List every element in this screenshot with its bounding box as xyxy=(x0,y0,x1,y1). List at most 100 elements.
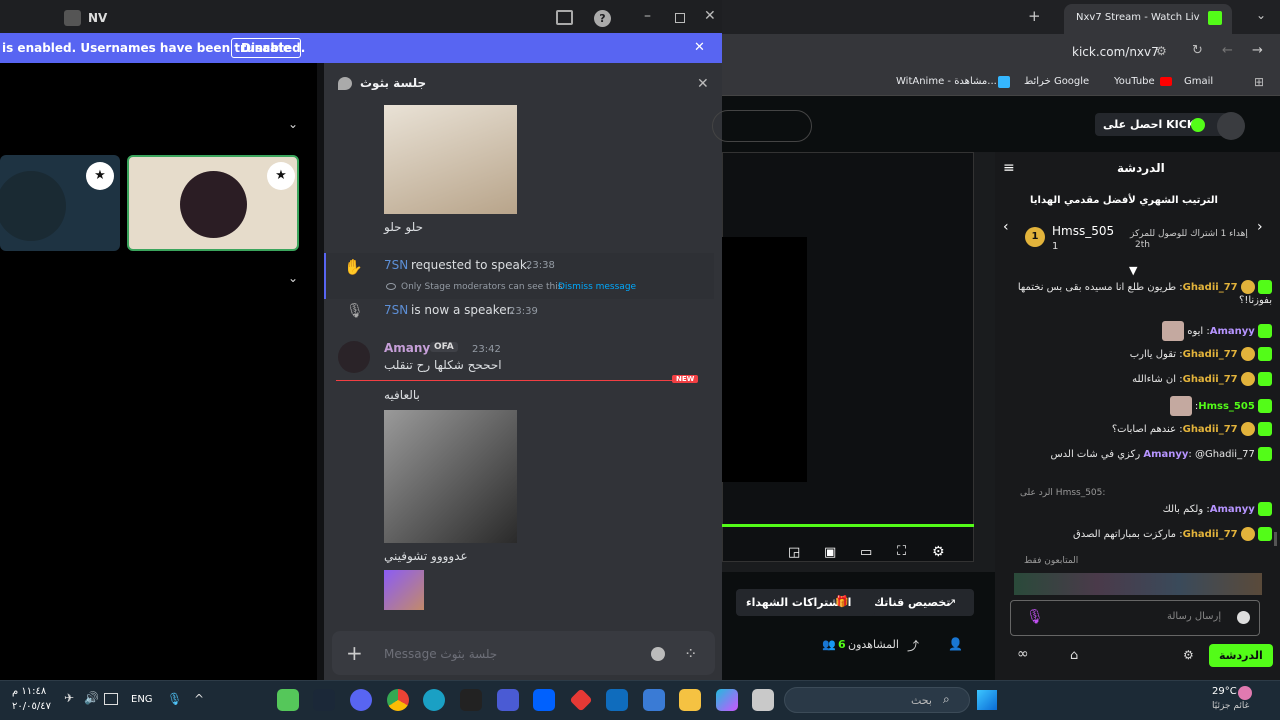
mic-icon[interactable]: 🎙 xyxy=(1026,609,1044,625)
chat-username[interactable]: Amanyy xyxy=(1210,504,1255,515)
chat-username[interactable]: Ghadii_77 xyxy=(1183,529,1238,540)
discord-icon[interactable] xyxy=(350,689,372,711)
volume-icon[interactable]: 🔊 xyxy=(84,691,99,705)
taskbar-search[interactable]: ⌕ بحث xyxy=(784,687,970,713)
subscriptions-button[interactable]: الاشتراكات الشهداء xyxy=(736,589,876,616)
start-icon[interactable] xyxy=(977,690,997,710)
follow-icon[interactable]: 👤 xyxy=(948,637,963,651)
dismiss-link[interactable]: Dismiss message xyxy=(558,282,636,292)
emoji-icon[interactable] xyxy=(1237,611,1250,624)
participant-tile[interactable]: ★ xyxy=(0,155,120,251)
back-icon[interactable]: → xyxy=(1252,43,1263,58)
close-button[interactable]: ✕ xyxy=(704,8,716,24)
clock-date[interactable]: ٢٠/٠٥/٤٧ xyxy=(12,701,51,712)
request-user[interactable]: 7SN xyxy=(384,258,408,272)
close-chat-icon[interactable]: ✕ xyxy=(697,76,709,92)
forward-icon[interactable]: ← xyxy=(1222,43,1233,58)
chat-username[interactable]: Ghadii_77 xyxy=(1183,282,1238,293)
image-attachment[interactable] xyxy=(384,410,517,543)
chevron-down-icon[interactable]: ⌄ xyxy=(288,117,298,131)
collapse-chat-icon[interactable]: ≡ xyxy=(1003,160,1015,176)
store-app-icon[interactable] xyxy=(643,689,665,711)
tray-overflow-icon[interactable]: ^ xyxy=(194,692,204,706)
epic-games-icon[interactable] xyxy=(460,689,482,711)
add-attachment-icon[interactable]: + xyxy=(346,641,363,665)
chevron-down-icon[interactable]: ⌄ xyxy=(288,271,298,285)
file-manager-icon[interactable] xyxy=(752,689,774,711)
avatar[interactable] xyxy=(338,341,370,373)
settings-icon[interactable]: ⚙ xyxy=(932,544,945,560)
wifi-icon[interactable]: ✈ xyxy=(64,691,74,705)
kick-header: احصل على KICKs xyxy=(712,96,1280,152)
theater-icon[interactable]: ▭ xyxy=(860,545,872,560)
leader-name[interactable]: Hmss_505 xyxy=(1052,224,1114,238)
message-input[interactable]: Message جلسة بثوث xyxy=(384,647,497,661)
followers-only-label: المتابعون فقط xyxy=(1024,556,1079,566)
disable-button[interactable]: Disable xyxy=(231,38,302,58)
site-settings-icon[interactable]: ⚙ xyxy=(1156,44,1167,58)
fullscreen-icon[interactable]: ⛶ xyxy=(897,544,906,559)
browser-tab[interactable]: Nxv7 Stream - Watch Live on Kick xyxy=(1064,4,1232,34)
image-attachment[interactable] xyxy=(384,105,517,214)
minimize-button[interactable]: – xyxy=(644,8,651,24)
get-kicks-button[interactable]: احصل على KICKs xyxy=(1095,113,1228,136)
mic-tray-icon[interactable]: 🎙 xyxy=(167,692,182,706)
avatar[interactable] xyxy=(1217,112,1245,140)
speaker-time: 23:39 xyxy=(509,306,538,317)
url-text[interactable]: kick.com/nxv7 xyxy=(1072,45,1159,59)
dropbox-icon[interactable] xyxy=(533,689,555,711)
chat-settings-icon[interactable]: ⚙ xyxy=(1183,648,1194,662)
folder-icon[interactable] xyxy=(679,689,701,711)
bookmark-maps[interactable]: خرائط Google xyxy=(1024,76,1089,87)
chrome-icon[interactable] xyxy=(387,689,409,711)
outlook-icon[interactable] xyxy=(606,689,628,711)
emoji-icon[interactable] xyxy=(651,647,665,661)
chat-username[interactable]: Ghadii_77 xyxy=(1183,424,1238,435)
author-name[interactable]: Amany xyxy=(384,341,430,355)
weather-temp[interactable]: 29°C xyxy=(1212,686,1237,697)
office-icon[interactable] xyxy=(497,689,519,711)
inbox-icon[interactable] xyxy=(556,10,573,25)
pip-icon[interactable]: ◲ xyxy=(788,545,800,560)
steam-icon[interactable] xyxy=(313,689,335,711)
maximize-button[interactable] xyxy=(675,13,685,23)
chat-username[interactable]: Amanyy xyxy=(1210,326,1255,337)
weather-icon[interactable] xyxy=(1238,686,1252,700)
battery-icon[interactable] xyxy=(104,693,118,705)
speaker-user[interactable]: 7SN xyxy=(384,303,408,317)
bookmark-witanime[interactable]: WitAnime - مشاهدة... xyxy=(896,76,997,87)
chat-username[interactable]: Ghadii_77 xyxy=(1183,349,1238,360)
edge-icon[interactable] xyxy=(423,689,445,711)
chat-send-button[interactable]: الدردشة xyxy=(1209,644,1273,667)
clip-icon[interactable]: ▣ xyxy=(824,545,836,560)
language-indicator[interactable]: ENG xyxy=(131,694,153,705)
tab-search-icon[interactable]: ⌄ xyxy=(1256,8,1266,22)
bookmark-gmail[interactable]: Gmail xyxy=(1184,76,1213,87)
bookmark-youtube[interactable]: YouTube xyxy=(1114,76,1155,87)
xbox-icon[interactable] xyxy=(277,689,299,711)
image-attachment[interactable] xyxy=(384,570,424,610)
all-bookmarks-icon[interactable]: ⊞ xyxy=(1254,75,1264,89)
apps-icon[interactable]: ⁘ xyxy=(684,644,697,663)
chat-username[interactable]: Amanyy xyxy=(1143,449,1188,460)
infinity-icon[interactable]: ∞ xyxy=(1017,646,1029,662)
store-icon[interactable]: ⌂ xyxy=(1070,648,1078,663)
new-tab-icon[interactable]: + xyxy=(1028,7,1041,25)
search-box[interactable] xyxy=(712,110,812,142)
reload-icon[interactable]: ↻ xyxy=(1192,43,1203,58)
chat-username[interactable]: Hmss_505 xyxy=(1198,401,1255,412)
copilot-icon[interactable] xyxy=(716,689,738,711)
next-arrow-icon[interactable]: › xyxy=(1257,219,1263,235)
prev-arrow-icon[interactable]: ‹ xyxy=(1003,219,1009,235)
chat-input[interactable]: إرسال رسالة 🎙 xyxy=(1010,600,1260,636)
help-icon[interactable]: ? xyxy=(594,10,611,27)
clock-time[interactable]: ١١:٤٨ م xyxy=(12,686,46,697)
stream-video[interactable]: ⚙ ⛶ ▭ ▣ ◲ xyxy=(722,152,995,572)
scrollbar[interactable] xyxy=(1274,532,1277,546)
banner-close-icon[interactable]: ✕ xyxy=(694,40,705,55)
share-icon[interactable]: ⤴ xyxy=(907,637,919,654)
customize-channel-button[interactable]: تخصيص قناتك xyxy=(864,589,975,616)
progress-bar[interactable] xyxy=(722,524,974,527)
participant-tile-speaking[interactable]: ★ xyxy=(127,155,299,251)
chat-username[interactable]: Ghadii_77 xyxy=(1183,374,1238,385)
